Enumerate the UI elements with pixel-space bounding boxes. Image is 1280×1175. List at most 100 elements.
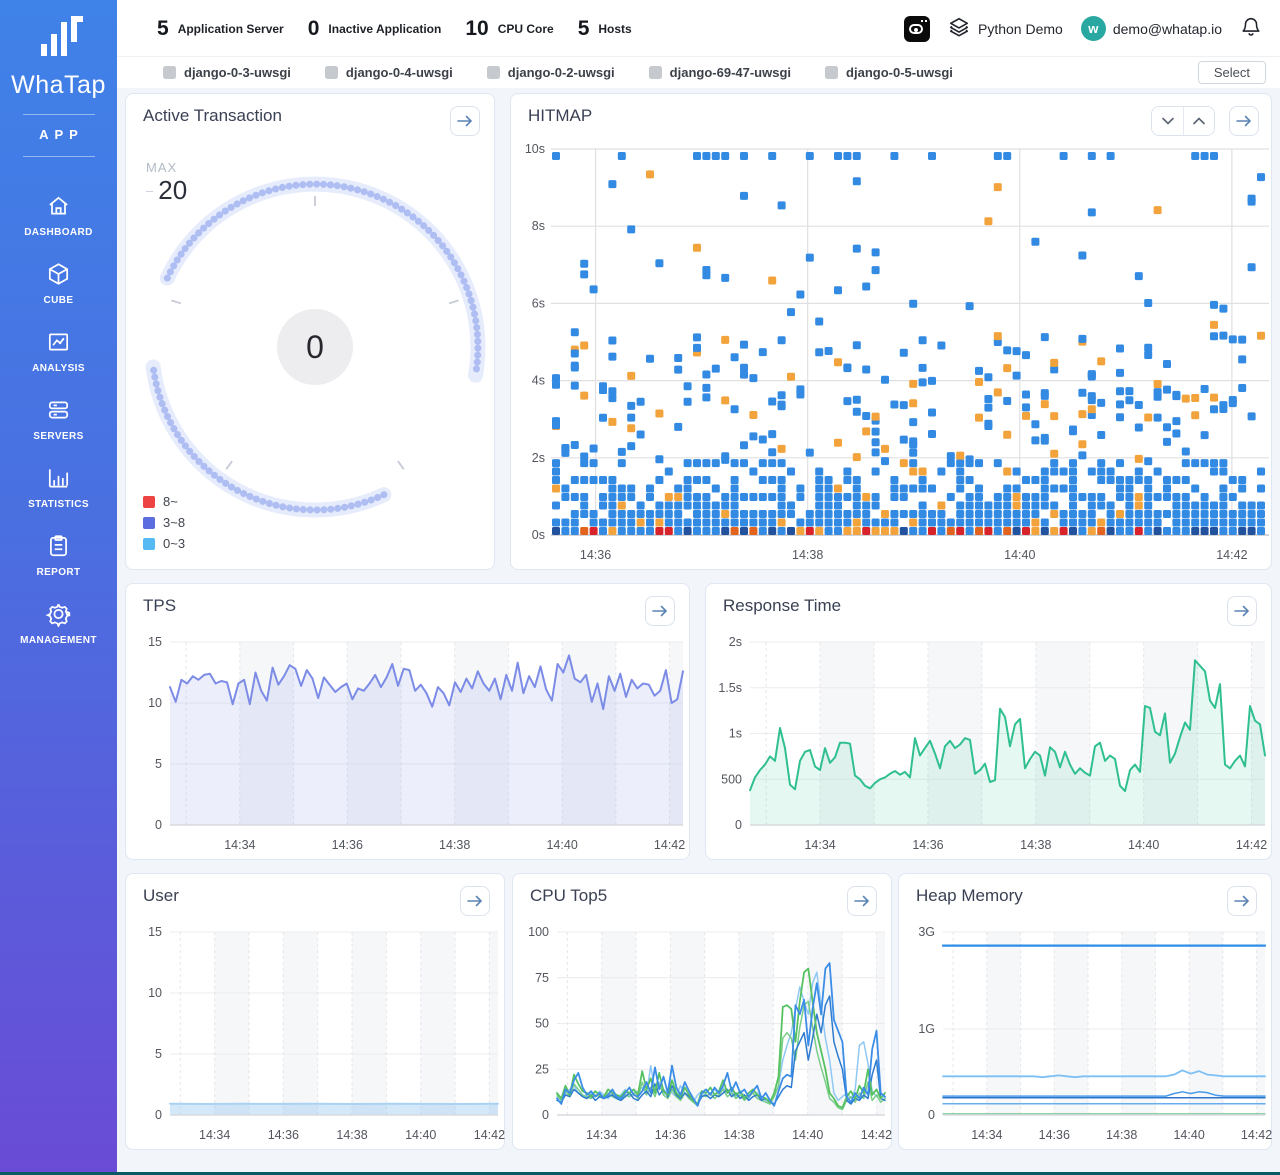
svg-text:0: 0 — [928, 1108, 935, 1122]
sidebar-item-label: MANAGEMENT — [0, 635, 117, 646]
brand-name: WhaTap — [0, 71, 117, 100]
svg-text:4s: 4s — [532, 374, 545, 388]
agent-item[interactable]: django-0-3-uwsgi — [163, 65, 291, 80]
svg-text:14:40: 14:40 — [792, 1128, 823, 1142]
agent-item[interactable]: django-69-47-uwsgi — [649, 65, 791, 80]
svg-text:14:40: 14:40 — [405, 1128, 436, 1142]
sidebar-item-dashboard[interactable]: DASHBOARD — [0, 193, 117, 238]
svg-text:14:38: 14:38 — [1020, 838, 1051, 852]
agent-checkbox[interactable] — [649, 66, 662, 79]
svg-text:8s: 8s — [532, 219, 545, 233]
panel-active-transaction: Active Transaction MAX –20 0 8~3~80~3 — [125, 93, 495, 570]
heap-memory-chart: 3G1G014:3414:3614:3814:4014:42 — [899, 874, 1273, 1151]
svg-text:0: 0 — [155, 818, 162, 832]
svg-text:25: 25 — [535, 1062, 549, 1076]
svg-text:14:36: 14:36 — [1039, 1128, 1070, 1142]
product-name: APP — [0, 127, 117, 142]
metric-application-server: 5Application Server — [157, 17, 284, 41]
svg-text:1s: 1s — [729, 727, 742, 741]
metric-label: Hosts — [598, 22, 631, 36]
sidebar-item-cube[interactable]: CUBE — [0, 261, 117, 306]
svg-text:14:42: 14:42 — [1241, 1128, 1272, 1142]
metric-value: 0 — [308, 17, 320, 41]
sidebar-nav: DASHBOARD CUBE ANALYSIS SERVERS STATISTICS RE… — [0, 193, 117, 646]
svg-text:1G: 1G — [918, 1022, 935, 1036]
metric-label: CPU Core — [498, 22, 554, 36]
svg-text:14:36: 14:36 — [912, 838, 943, 852]
agent-item[interactable]: django-0-5-uwsgi — [825, 65, 953, 80]
notifications-bell-icon[interactable] — [1240, 14, 1262, 43]
agent-checkbox[interactable] — [825, 66, 838, 79]
svg-text:5: 5 — [155, 757, 162, 771]
legend-item: 8~ — [143, 494, 185, 509]
svg-text:10: 10 — [148, 986, 162, 1000]
svg-text:14:42: 14:42 — [1236, 838, 1267, 852]
agent-filter: django-0-3-uwsgi django-0-4-uwsgi django-0… — [163, 57, 953, 88]
whatap-logo-icon[interactable] — [33, 8, 85, 69]
sidebar-item-servers[interactable]: SERVERS — [0, 397, 117, 442]
tps-chart: 15105014:3414:3614:3814:4014:42 — [126, 584, 691, 861]
sidebar-item-label: STATISTICS — [0, 499, 117, 510]
sidebar-item-management[interactable]: MANAGEMENT — [0, 601, 117, 646]
svg-text:3G: 3G — [918, 925, 935, 939]
top-header: 5Application Server 0 Inactive Application… — [117, 0, 1280, 57]
agent-checkbox[interactable] — [325, 66, 338, 79]
svg-text:10s: 10s — [525, 142, 545, 156]
response-time-chart: 2s1.5s1s500014:3414:3614:3814:4014:42 — [706, 584, 1273, 861]
svg-text:500: 500 — [721, 772, 742, 786]
metric-inactive-application: 0 Inactive Application — [308, 17, 442, 41]
sidebar: WhaTap APP DASHBOARD CUBE ANALYSIS SERVERS S… — [0, 0, 117, 1175]
agent-item[interactable]: django-0-2-uwsgi — [487, 65, 615, 80]
servers-icon — [0, 397, 117, 425]
whatap-app-dashboard: WhaTap APP DASHBOARD CUBE ANALYSIS SERVERS S… — [0, 0, 1280, 1175]
sidebar-item-label: SERVERS — [0, 431, 117, 442]
sidebar-item-label: REPORT — [0, 567, 117, 578]
legend-label: 0~3 — [163, 536, 185, 551]
svg-text:14:38: 14:38 — [439, 838, 470, 852]
svg-text:14:42: 14:42 — [474, 1128, 505, 1142]
report-icon — [0, 533, 117, 561]
sidebar-item-label: DASHBOARD — [0, 227, 117, 238]
legend-item: 0~3 — [143, 536, 185, 551]
agent-label: django-0-5-uwsgi — [846, 65, 953, 80]
agent-label: django-0-4-uwsgi — [346, 65, 453, 80]
svg-text:50: 50 — [535, 1017, 549, 1031]
analysis-icon — [0, 329, 117, 357]
metric-value: 10 — [465, 17, 488, 41]
dark-mode-icon[interactable] — [904, 16, 930, 42]
agent-checkbox[interactable] — [163, 66, 176, 79]
svg-text:14:34: 14:34 — [804, 838, 835, 852]
agent-label: django-69-47-uwsgi — [670, 65, 791, 80]
panel-user: User 15105014:3414:3614:3814:4014:42 — [125, 873, 505, 1150]
account-email: demo@whatap.io — [1113, 21, 1222, 37]
panel-response-time: Response Time 2s1.5s1s500014:3414:3614:3… — [705, 583, 1272, 860]
panel-tps: TPS 15105014:3414:3614:3814:4014:42 — [125, 583, 690, 860]
sidebar-item-statistics[interactable]: STATISTICS — [0, 465, 117, 510]
account[interactable]: w demo@whatap.io — [1081, 16, 1222, 41]
sidebar-item-report[interactable]: REPORT — [0, 533, 117, 578]
agent-label: django-0-2-uwsgi — [508, 65, 615, 80]
metric-value: 5 — [578, 17, 590, 41]
svg-text:14:40: 14:40 — [1004, 548, 1035, 562]
summary-metrics: 5Application Server 0 Inactive Application… — [157, 0, 632, 57]
sidebar-item-analysis[interactable]: ANALYSIS — [0, 329, 117, 374]
project-selector[interactable]: Python Demo — [948, 16, 1063, 41]
svg-text:14:38: 14:38 — [723, 1128, 754, 1142]
svg-text:14:40: 14:40 — [546, 838, 577, 852]
svg-text:14:36: 14:36 — [655, 1128, 686, 1142]
select-button[interactable]: Select — [1198, 61, 1266, 84]
agent-item[interactable]: django-0-4-uwsgi — [325, 65, 453, 80]
panel-cpu-top5: CPU Top5 100755025014:3414:3614:3814:401… — [512, 873, 892, 1150]
legend-label: 8~ — [163, 494, 178, 509]
svg-text:14:40: 14:40 — [1128, 838, 1159, 852]
hitmap-chart[interactable]: 10s8s6s4s2s0s14:3614:3814:4014:42 — [511, 94, 1273, 571]
metric-label: Inactive Application — [328, 22, 441, 36]
svg-text:5: 5 — [155, 1047, 162, 1061]
agent-filter-bar: django-0-3-uwsgi django-0-4-uwsgi django-0… — [117, 57, 1280, 88]
agent-checkbox[interactable] — [487, 66, 500, 79]
metric-hosts: 5 Hosts — [578, 17, 632, 41]
svg-text:14:36: 14:36 — [332, 838, 363, 852]
svg-text:1.5s: 1.5s — [718, 681, 742, 695]
svg-text:14:38: 14:38 — [336, 1128, 367, 1142]
svg-text:0: 0 — [155, 1108, 162, 1122]
